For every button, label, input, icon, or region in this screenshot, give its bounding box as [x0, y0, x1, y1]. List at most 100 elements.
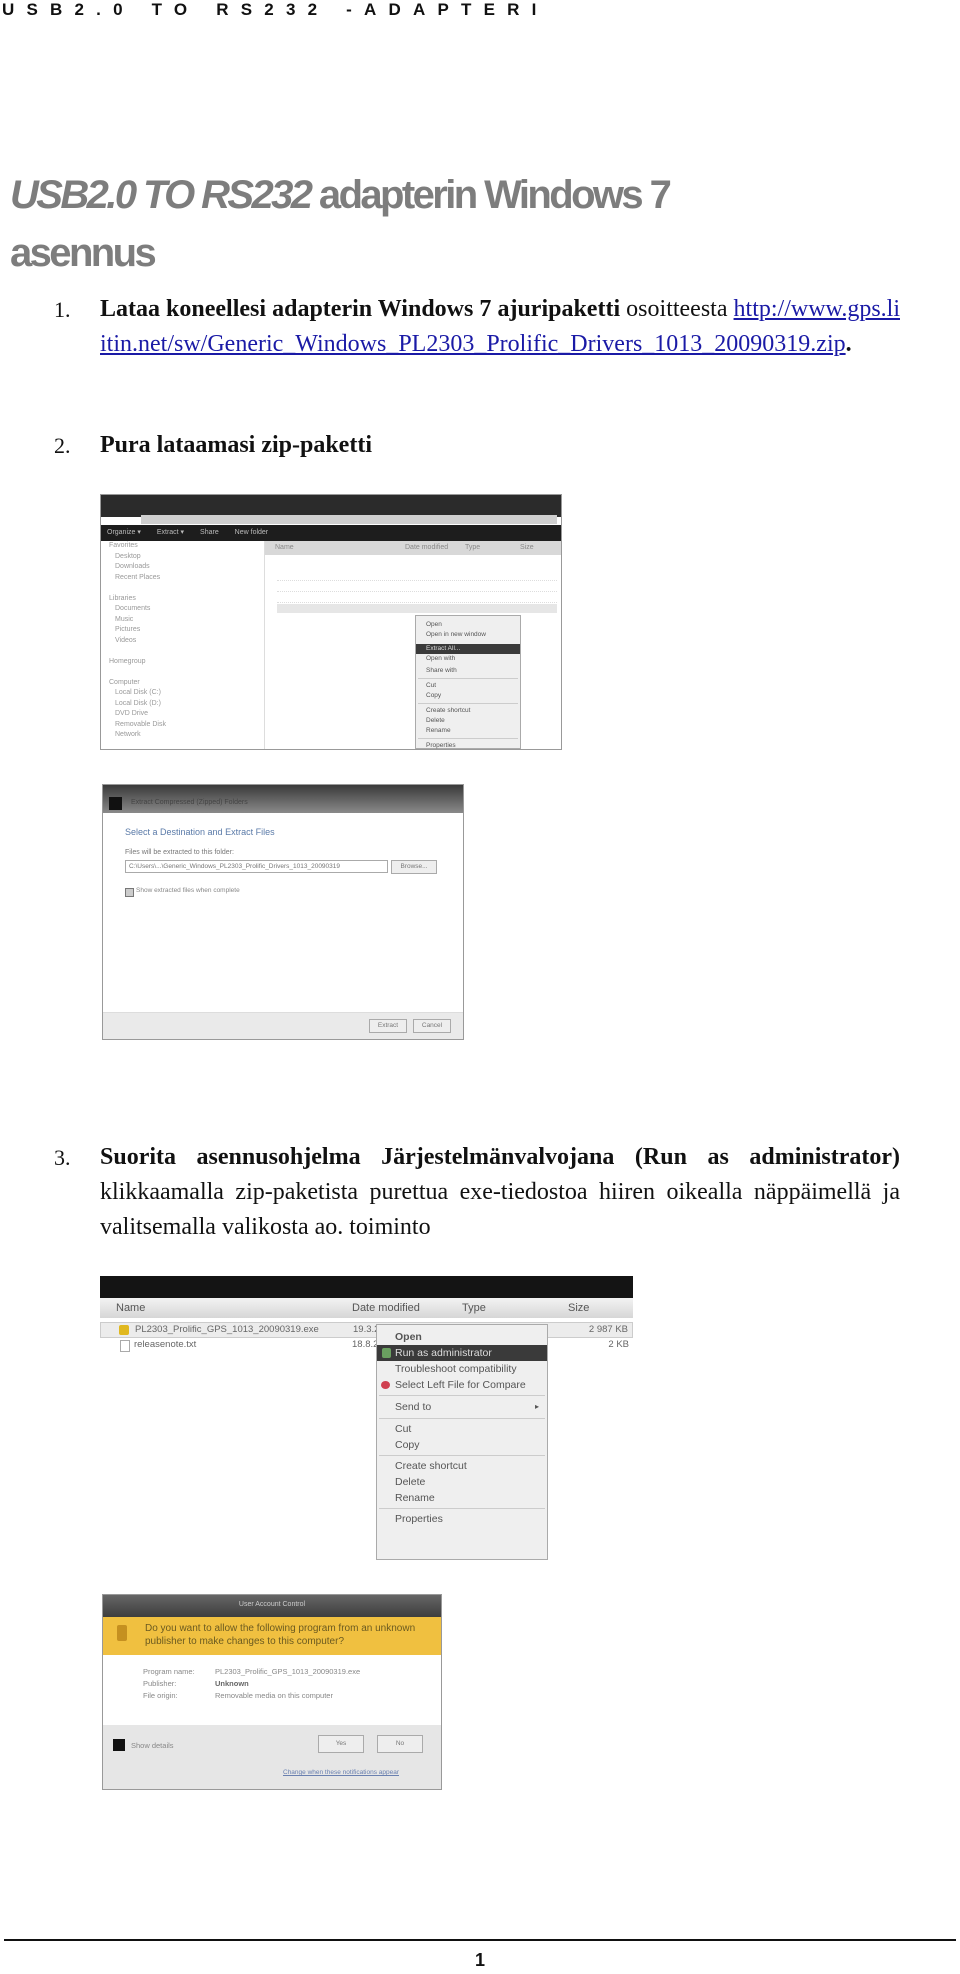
menu-separator — [418, 678, 518, 679]
file-row — [277, 593, 557, 603]
nav-item: Recent Places — [115, 573, 161, 581]
footer-rule — [4, 1939, 956, 1941]
file-row-selected — [277, 604, 557, 613]
file-origin-value: Removable media on this computer — [215, 1691, 333, 1700]
column-type: Type — [462, 1302, 486, 1314]
uac-details: Program name: PL2303_Prolific_GPS_1013_2… — [103, 1655, 441, 1725]
menu-item: Delete — [395, 1476, 426, 1488]
show-details-label: Show details — [131, 1741, 174, 1750]
menu-item: Open in new window — [426, 631, 486, 638]
installer-icon — [119, 1325, 129, 1335]
nav-item: Removable Disk — [115, 720, 166, 728]
uac-title: User Account Control — [238, 1601, 306, 1608]
nav-item: Homegroup — [109, 657, 146, 665]
step-number: 3. — [54, 1145, 71, 1170]
title-product: USB2.0 TO RS232 — [10, 173, 313, 217]
nav-item: Desktop — [115, 552, 141, 560]
publisher-value: Unknown — [215, 1679, 249, 1688]
expand-details-icon — [113, 1739, 125, 1751]
menu-separator — [418, 738, 518, 739]
nav-item: Favorites — [109, 542, 138, 549]
menu-item: Troubleshoot compatibility — [395, 1363, 517, 1375]
toolbar-extract: Extract ▾ — [156, 529, 185, 536]
step-1-text: osoitteesta — [620, 296, 734, 322]
page-number: 1 — [474, 1950, 485, 1970]
nav-item: Network — [115, 731, 141, 738]
file-size: 2 KB — [608, 1339, 629, 1350]
file-name: PL2303_Prolific_GPS_1013_20090319.exe — [135, 1324, 319, 1335]
step-1: 1. Lataa koneellesi adapterin Windows 7 … — [54, 292, 900, 362]
menu-item: Rename — [395, 1492, 435, 1504]
menu-separator — [379, 1455, 545, 1456]
menu-item-label: Select Left File for Compare — [395, 1379, 526, 1391]
file-row-selected: PL2303_Prolific_GPS_1013_20090319.exe 19… — [100, 1322, 633, 1338]
explorer-top-bar — [100, 1276, 633, 1298]
menu-item-highlighted: Extract All... — [416, 644, 520, 654]
menu-item: Delete — [426, 717, 445, 724]
menu-item: Cut — [426, 682, 437, 689]
compare-icon — [381, 1381, 390, 1389]
nav-item: DVD Drive — [115, 710, 149, 717]
file-row: releasenote.txt 18.8.2 2 KB — [100, 1338, 633, 1352]
file-date: 18.8.2 — [352, 1339, 379, 1350]
menu-item: Open with — [426, 655, 456, 662]
file-row — [277, 582, 557, 592]
explorer-context-menu: Open Open in new window Extract All... O… — [415, 615, 521, 749]
back-arrow-icon — [109, 797, 122, 810]
browse-button: Browse... — [391, 860, 437, 874]
explorer-toolbar: Organize ▾ Extract ▾ Share New folder — [101, 525, 561, 541]
nav-item: Computer — [109, 678, 140, 686]
menu-item-label: Send to — [395, 1401, 432, 1413]
menu-item: Copy — [426, 692, 442, 699]
explorer-nav-pane: Favorites Desktop Downloads Recent Place… — [101, 541, 265, 749]
dialog-title: Extract Compressed (Zipped) Folders — [131, 799, 248, 806]
column-name: Name — [275, 544, 294, 551]
publisher-label: Publisher: — [143, 1679, 177, 1688]
step-number: 2. — [54, 433, 71, 458]
step-3-instruction: Suorita asennusohjelma Järjestelmänvalvo… — [100, 1144, 900, 1170]
cancel-button: Cancel — [413, 1019, 451, 1033]
column-name: Name — [116, 1302, 146, 1314]
toolbar-share: Share — [200, 529, 219, 536]
run-as-context-menu: Open Run as administrator Troubleshoot c… — [376, 1324, 548, 1560]
step-1-period: . — [845, 331, 852, 357]
menu-item: Open — [426, 621, 442, 628]
step-2: 2. Pura lataamasi zip-paketti — [54, 428, 900, 463]
menu-item-compare: Select Left File for Compare — [377, 1377, 547, 1393]
destination-label: Files will be extracted to this folder: — [125, 849, 234, 856]
column-date: Date modified — [352, 1302, 420, 1314]
nav-item: Videos — [115, 636, 137, 644]
show-files-label: Show extracted files when complete — [136, 887, 240, 894]
nav-item: Local Disk (C:) — [115, 689, 161, 696]
explorer-titlebar — [101, 495, 561, 517]
title-line2: asennus — [10, 231, 157, 275]
extract-dialog-screenshot: Extract Compressed (Zipped) Folders Sele… — [102, 784, 464, 1040]
yes-button: Yes — [318, 1735, 364, 1753]
uac-question: Do you want to allow the following progr… — [103, 1617, 441, 1655]
page-title: USB2.0 TO RS232 adapterin Windows 7 asen… — [10, 166, 910, 282]
menu-separator — [379, 1395, 545, 1396]
menu-item-run-as-admin: Run as administrator — [377, 1345, 547, 1361]
file-list-header: Name Date modified Type Size — [100, 1298, 633, 1318]
text-file-icon — [120, 1340, 130, 1352]
menu-item: Share with — [426, 667, 457, 674]
extract-button: Extract — [369, 1019, 407, 1033]
toolbar-organize: Organize ▾ — [107, 529, 141, 536]
menu-separator — [418, 703, 518, 704]
program-name-label: Program name: — [143, 1667, 195, 1676]
show-files-checkbox — [125, 888, 134, 897]
nav-item: Music — [115, 615, 134, 623]
menu-item: Cut — [395, 1423, 412, 1435]
column-type: Type — [465, 544, 481, 551]
explorer-column-header: Name Date modified Type Size — [265, 541, 561, 555]
dialog-footer: Extract Cancel — [103, 1012, 463, 1039]
file-size: 2 987 KB — [588, 1324, 628, 1335]
uac-dialog-screenshot: User Account Control Do you want to allo… — [102, 1594, 442, 1790]
toolbar-new-folder: New folder — [234, 529, 269, 536]
step-number: 1. — [54, 297, 71, 322]
menu-separator — [379, 1508, 545, 1509]
menu-item: Create shortcut — [426, 707, 471, 714]
no-button: No — [377, 1735, 423, 1753]
